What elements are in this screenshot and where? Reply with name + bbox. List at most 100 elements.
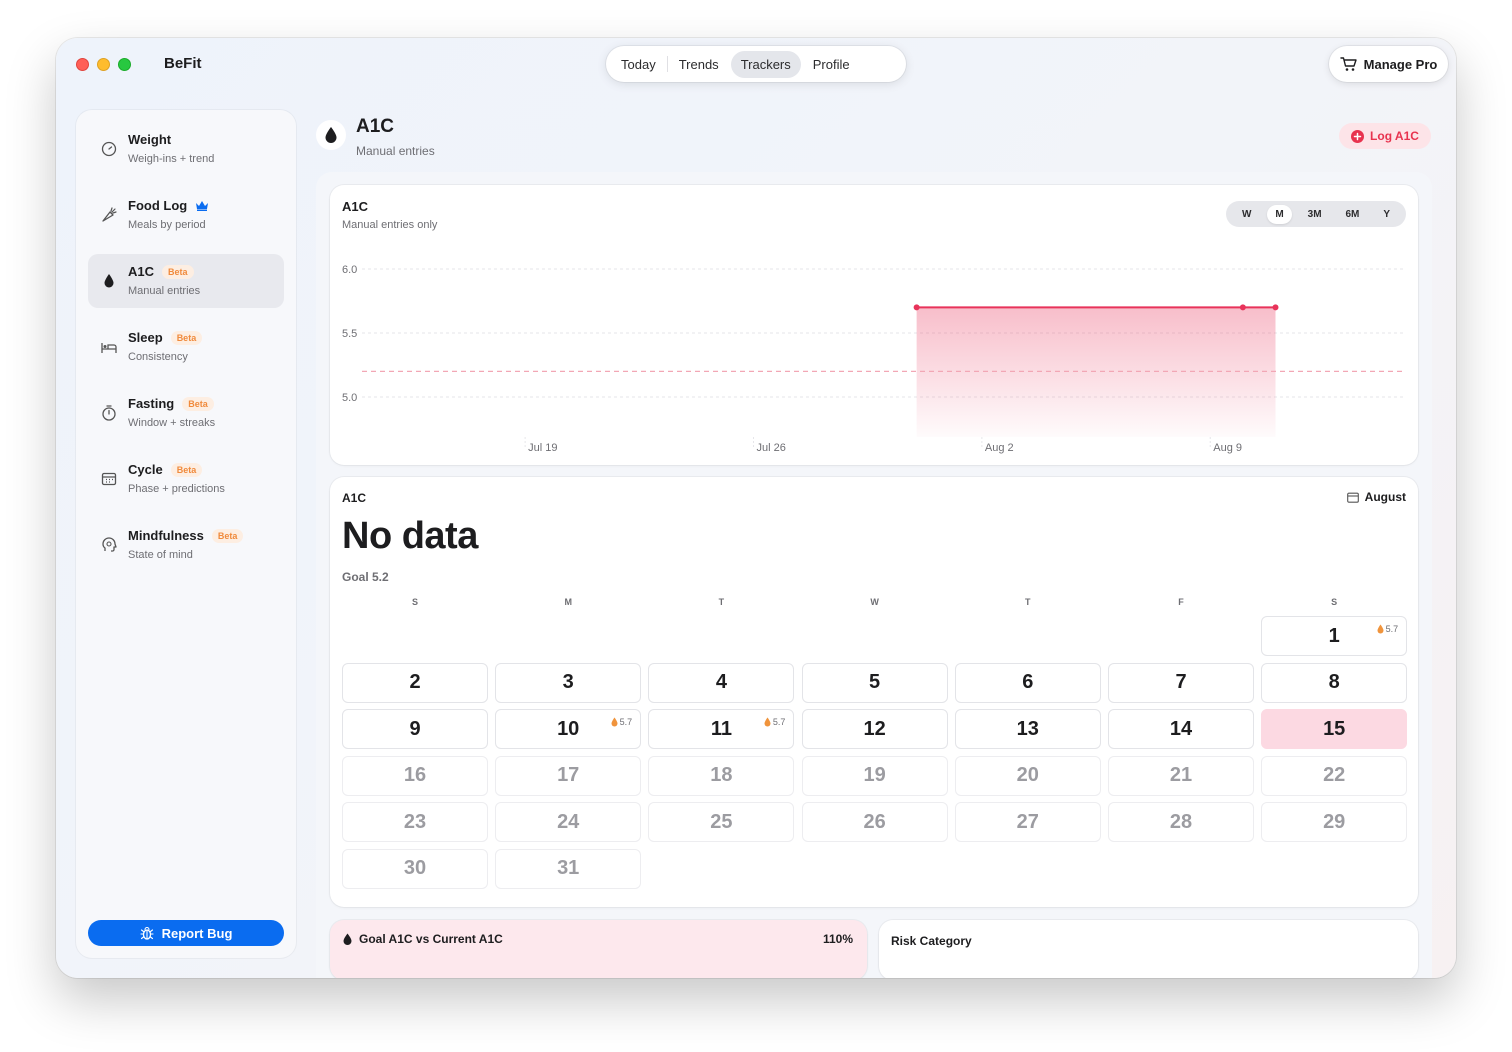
day-value: 5.7 (1377, 624, 1398, 634)
calendar-day[interactable]: 16 (342, 755, 488, 796)
calendar-day[interactable]: 27 (954, 802, 1101, 842)
calendar-day[interactable]: 18 (648, 755, 795, 796)
sidebar-item-cycle[interactable]: Cycle Beta Phase + predictions (88, 452, 284, 506)
calendar-day[interactable]: 20 (954, 755, 1101, 796)
calendar-day[interactable]: 1 5.7 (1261, 616, 1408, 656)
weekday-header: S (411, 597, 418, 607)
risk-card-title: Risk Category (891, 934, 972, 948)
calendar-day[interactable]: 7 (1108, 662, 1254, 703)
calendar-label: A1C (342, 491, 367, 505)
day-number: 21 (1169, 764, 1193, 786)
report-bug-label: Report Bug (161, 925, 233, 941)
weekday-header: T (718, 597, 725, 607)
log-a1c-button[interactable]: Log A1C (1339, 123, 1431, 149)
day-number: 30 (403, 857, 427, 879)
zoom-window-button[interactable] (118, 58, 131, 71)
sidebar: Weight Weigh-ins + trend Food Log Meals … (76, 110, 296, 958)
x-tick-label: Jul 19 (528, 442, 557, 454)
weekday-header: F (1178, 597, 1184, 607)
day-number: 8 (1328, 671, 1340, 693)
day-number: 20 (1016, 764, 1039, 786)
calendar-day[interactable]: 19 (801, 755, 948, 796)
sidebar-item-sub: State of mind (128, 549, 193, 561)
calendar-day[interactable]: 24 (495, 802, 642, 842)
calendar-day[interactable]: 17 (495, 755, 642, 796)
app-name: BeFit (164, 55, 202, 72)
calendar-day[interactable]: 8 (1261, 662, 1408, 703)
sidebar-item-label: Fasting (128, 396, 175, 411)
day-number: 6 (1022, 671, 1034, 693)
top-tab-bar: Today Trends Trackers Profile (606, 46, 906, 82)
minimize-window-button[interactable] (97, 58, 110, 71)
beta-badge: Beta (162, 264, 194, 279)
a1c-chart: 6.0 5.5 5.0 Jul 19 Jul 26 Aug 2 Aug 9 (342, 264, 1406, 454)
manage-pro-button[interactable]: Manage Pro (1329, 46, 1448, 82)
series-area (916, 307, 1276, 437)
calendar-day[interactable]: 31 (495, 848, 642, 889)
day-number: 13 (1016, 717, 1039, 740)
close-window-button[interactable] (76, 58, 89, 71)
calendar-day[interactable]: 2 (342, 662, 488, 703)
x-tick-label: Aug 9 (1213, 442, 1242, 454)
day-value-text: 5.7 (619, 717, 633, 727)
calendar-day[interactable]: 29 (1261, 802, 1408, 842)
calendar-day[interactable]: 21 (1108, 755, 1254, 796)
calendar-day[interactable]: 14 (1108, 709, 1254, 749)
report-bug-button[interactable]: Report Bug (88, 920, 284, 946)
calendar-day[interactable]: 26 (801, 802, 948, 842)
calendar-day[interactable]: 11 5.7 (648, 709, 795, 749)
tab-trends[interactable]: Trends (669, 51, 729, 78)
head-icon (102, 537, 117, 552)
sidebar-item-weight[interactable]: Weight Weigh-ins + trend (88, 122, 284, 176)
calendar-day[interactable]: 4 (648, 662, 795, 703)
month-picker[interactable]: August (1346, 490, 1406, 504)
calendar-day[interactable]: 13 (954, 709, 1101, 749)
calendar-day[interactable]: 23 (342, 802, 488, 842)
sidebar-item-mindfulness[interactable]: Mindfulness Beta State of mind (88, 518, 284, 572)
day-number: 22 (1323, 764, 1346, 786)
tab-divider (666, 56, 668, 72)
risk-category-card: Risk Category (879, 920, 1418, 978)
day-number: 1 (1328, 624, 1340, 647)
drop-icon (343, 933, 352, 945)
calendar-day[interactable]: 28 (1108, 802, 1254, 842)
drop-icon (104, 274, 114, 288)
calendar-day[interactable]: 9 (342, 709, 488, 749)
calendar-day[interactable]: 3 (495, 662, 642, 703)
sidebar-item-sub: Window + streaks (128, 417, 216, 429)
cart-icon (1339, 57, 1357, 71)
day-number: 16 (403, 764, 427, 786)
sidebar-item-fasting[interactable]: Fasting Beta Window + streaks (88, 386, 284, 440)
tab-trackers[interactable]: Trackers (730, 50, 801, 78)
drop-icon (325, 127, 337, 143)
tab-profile[interactable]: Profile (803, 51, 860, 78)
sidebar-item-label: Cycle (128, 462, 163, 477)
day-number: 12 (863, 717, 886, 740)
calendar-day[interactable]: 25 (648, 802, 795, 842)
day-number: 27 (1016, 810, 1039, 833)
sidebar-item-a1c[interactable]: A1C Beta Manual entries (88, 254, 284, 308)
page-title: A1C (356, 116, 395, 137)
calendar-day[interactable]: 5 (801, 662, 948, 703)
beta-badge: Beta (182, 396, 214, 411)
calendar-icon (1346, 492, 1359, 503)
calendar-day[interactable]: 6 (954, 662, 1101, 703)
calendar-day[interactable]: 15 (1261, 709, 1408, 749)
day-number: 17 (557, 764, 580, 786)
goal-percent: 110% (822, 932, 853, 946)
carrot-icon (102, 207, 117, 222)
day-number: 5 (869, 671, 881, 693)
current-value: No data (342, 515, 478, 557)
day-number: 15 (1323, 717, 1346, 740)
weekday-header: S (1331, 597, 1338, 607)
day-number: 18 (710, 764, 733, 786)
sidebar-item-food-log[interactable]: Food Log Meals by period (88, 188, 284, 242)
day-number: 23 (403, 810, 427, 833)
calendar-day[interactable]: 22 (1261, 755, 1408, 796)
tab-today[interactable]: Today (611, 51, 666, 78)
sidebar-item-sleep[interactable]: Sleep Beta Consistency (88, 320, 284, 374)
calendar-day[interactable]: 10 5.7 (495, 709, 642, 749)
calendar-day[interactable]: 30 (342, 848, 488, 889)
calendar-day[interactable]: 12 (801, 709, 948, 749)
timer-icon (102, 405, 116, 421)
